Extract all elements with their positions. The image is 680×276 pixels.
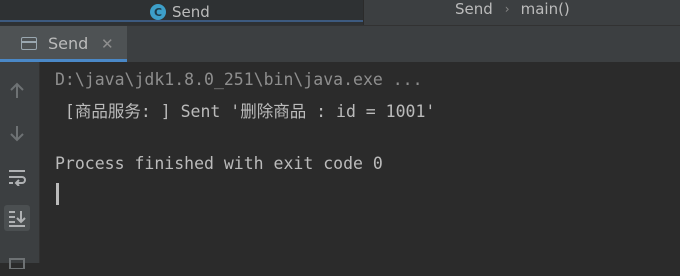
editor-tab-label: Send bbox=[172, 3, 210, 21]
breadcrumb-class[interactable]: Send bbox=[455, 0, 493, 18]
run-tool-tab-bar: Send ✕ bbox=[0, 25, 680, 62]
scroll-to-end-icon[interactable] bbox=[4, 205, 30, 231]
run-toolbar bbox=[0, 62, 40, 269]
console-line-command: D:\java\jdk1.8.0_251\bin\java.exe ... bbox=[55, 70, 423, 89]
console-line-exit: Process finished with exit code 0 bbox=[55, 154, 383, 173]
print-icon[interactable] bbox=[4, 250, 30, 276]
run-tab-label: Send bbox=[48, 34, 89, 53]
close-icon[interactable]: ✕ bbox=[101, 35, 114, 53]
java-class-icon: C bbox=[150, 4, 166, 20]
soft-wrap-icon[interactable] bbox=[4, 164, 30, 190]
editor-tab-underline bbox=[0, 20, 363, 22]
editor-tab-send[interactable]: C Send bbox=[150, 2, 210, 22]
breadcrumb: Send › main() bbox=[455, 0, 570, 18]
chevron-right-icon: › bbox=[504, 2, 510, 16]
editor-top-bar: C Send Send › main() bbox=[0, 0, 680, 25]
divider bbox=[363, 0, 364, 25]
arrow-up-icon[interactable] bbox=[4, 78, 30, 104]
breadcrumb-method[interactable]: main() bbox=[521, 0, 570, 18]
console-line-output: [商品服务: ] Sent '删除商品 : id = 1001' bbox=[55, 102, 436, 121]
console-output[interactable]: D:\java\jdk1.8.0_251\bin\java.exe ... [商… bbox=[41, 62, 680, 263]
console-window-icon bbox=[21, 37, 37, 50]
run-tab-send[interactable]: Send ✕ bbox=[0, 26, 127, 62]
arrow-down-icon[interactable] bbox=[4, 120, 30, 146]
text-caret bbox=[56, 183, 59, 205]
